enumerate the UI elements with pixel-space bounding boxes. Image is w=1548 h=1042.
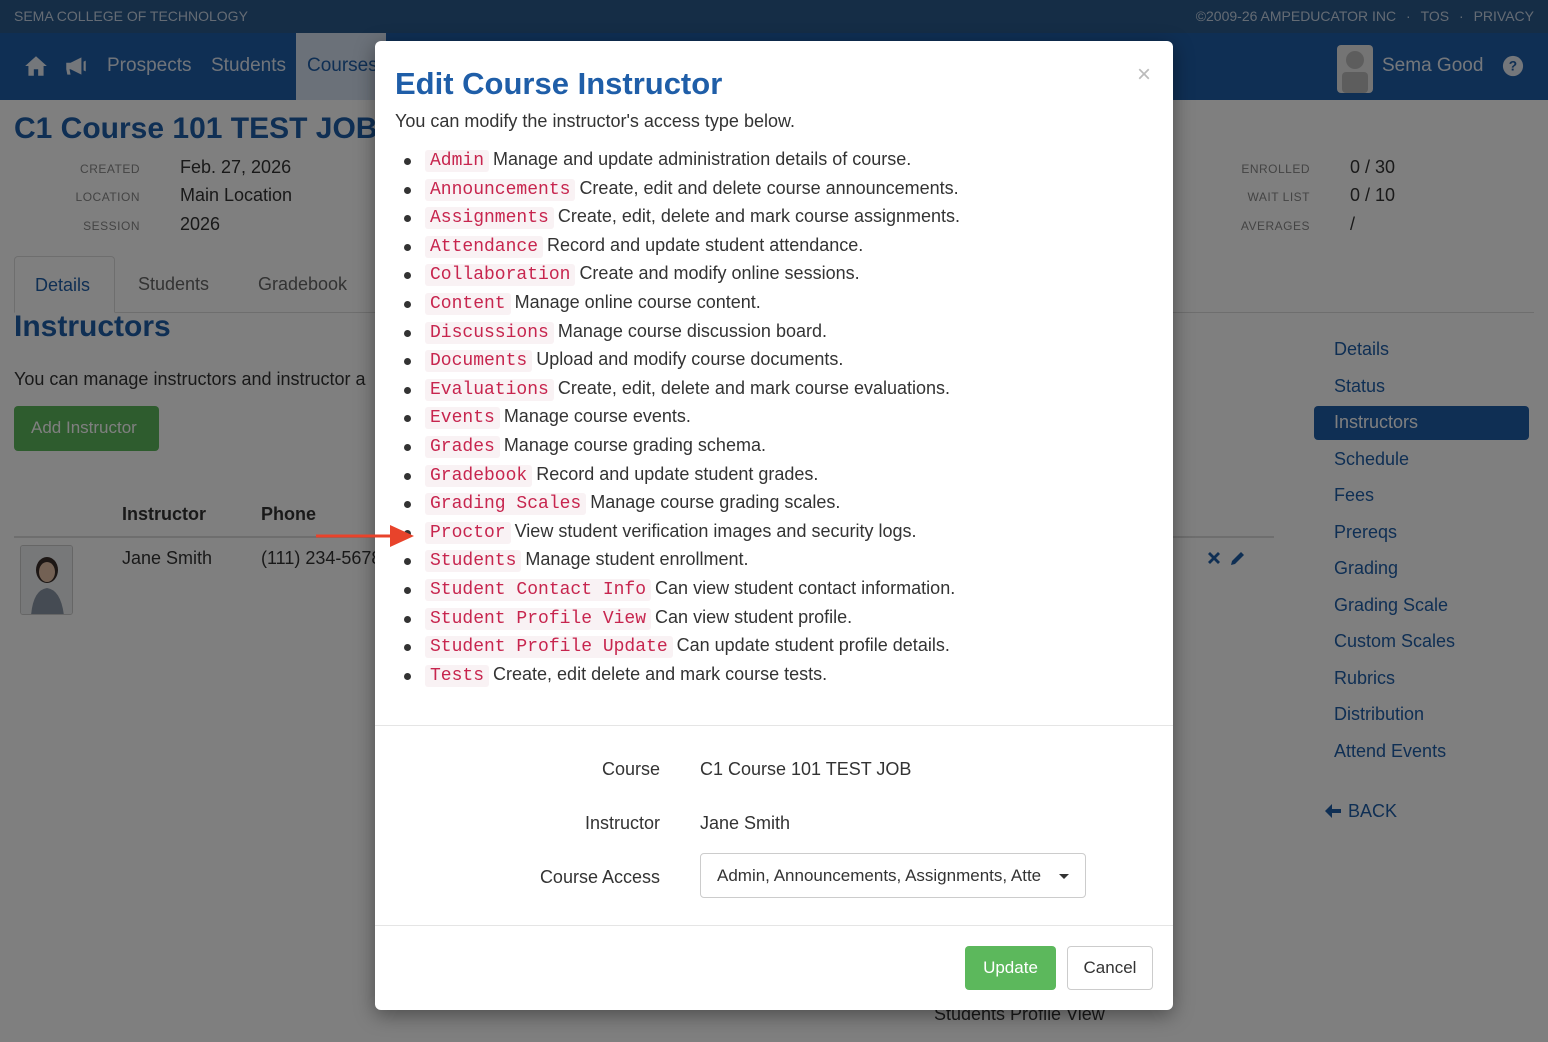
- permission-desc: Manage course events.: [503, 406, 691, 427]
- permission-desc: Create, edit, delete and mark course eva…: [557, 377, 951, 398]
- list-item: Documents Upload and modify course docume…: [404, 349, 960, 378]
- list-item: Grading Scales Manage course grading scal…: [404, 492, 960, 521]
- permission-desc: Record and update student grades.: [536, 463, 819, 484]
- course-value: C1 Course 101 TEST JOB: [700, 759, 912, 779]
- list-item: Discussions Manage course discussion boar…: [404, 320, 960, 350]
- permission-code: Attendance: [425, 235, 544, 258]
- instructor-label: Instructor: [584, 813, 660, 833]
- list-item: Gradebook Record and update student grade…: [404, 463, 960, 493]
- permission-desc: Manage course grading scales.: [590, 492, 841, 513]
- permission-desc: Create, edit delete and mark course test…: [493, 663, 828, 684]
- permission-code: Documents: [425, 350, 533, 373]
- permission-desc: Create, edit, delete and mark course ass…: [557, 206, 961, 227]
- list-item: Assignments Create, edit, delete and mark…: [404, 206, 961, 235]
- permission-desc: Manage course discussion board.: [557, 320, 827, 341]
- permission-desc: Create and modify online sessions.: [579, 263, 860, 284]
- permission-code: Announcements: [425, 178, 576, 201]
- update-button[interactable]: Update: [965, 946, 1056, 990]
- caret-down-icon: [1059, 874, 1069, 879]
- permission-desc: Create, edit and delete course announcem…: [579, 177, 959, 198]
- list-item: Collaboration Create and modify online se…: [404, 263, 960, 292]
- course-access-label: Course Access: [539, 867, 660, 887]
- permission-code: Student Profile Update: [425, 636, 673, 659]
- list-item: Admin Manage and update administration de…: [404, 149, 960, 178]
- permission-code: Content: [425, 292, 511, 315]
- list-item: Grades Manage course grading schema.: [404, 434, 960, 464]
- permission-code: Student Contact Info: [425, 578, 652, 601]
- permission-code: Grades: [425, 435, 500, 458]
- edit-instructor-modal: Edit Course Instructor × You can modify …: [375, 41, 1173, 1010]
- permission-desc: Manage online course content.: [514, 291, 761, 312]
- course-access-select[interactable]: Admin, Announcements, Assignments, Atte: [700, 853, 1086, 898]
- permission-desc: Can view student contact information.: [655, 577, 956, 598]
- modal-title: Edit Course Instructor: [395, 66, 723, 101]
- list-item: Student Contact Info Can view student con…: [404, 577, 960, 607]
- list-item: Students Manage student enrollment.: [404, 549, 960, 578]
- permission-list: Admin Manage and update administration de…: [404, 149, 961, 693]
- course-label: Course: [601, 759, 660, 779]
- permission-code: Evaluations: [425, 378, 554, 401]
- permission-code: Students: [425, 550, 522, 573]
- permission-desc: Record and update student attendance.: [547, 234, 864, 255]
- list-item: Proctor View student verification images …: [404, 520, 960, 550]
- list-item: Content Manage online course content.: [404, 291, 960, 321]
- list-item: Tests Create, edit delete and mark course…: [404, 663, 960, 693]
- annotation-arrow-icon: [316, 525, 414, 547]
- permission-desc: Manage and update administration details…: [493, 149, 912, 169]
- list-item: Student Profile Update Can update student…: [404, 635, 960, 664]
- list-item: Student Profile View Can view student pro…: [404, 606, 960, 636]
- modal-footer-divider: [375, 925, 1173, 926]
- permission-code: Gradebook: [425, 464, 533, 487]
- modal-intro: You can modify the instructor's access t…: [395, 111, 795, 131]
- permission-code: Discussions: [425, 321, 554, 344]
- list-item: Announcements Create, edit and delete cou…: [404, 177, 960, 207]
- permission-desc: Manage course grading schema.: [503, 434, 766, 455]
- permission-desc: Can view student profile.: [655, 606, 853, 627]
- permission-code: Proctor: [425, 521, 511, 544]
- permission-code: Student Profile View: [425, 607, 652, 630]
- permission-desc: Manage student enrollment.: [525, 549, 749, 570]
- close-icon[interactable]: ×: [1137, 61, 1151, 89]
- permission-code: Grading Scales: [425, 493, 587, 516]
- course-access-value: Admin, Announcements, Assignments, Atte: [717, 866, 1042, 885]
- permission-desc: Can update student profile details.: [676, 635, 950, 656]
- permission-code: Tests: [425, 664, 490, 687]
- list-item: Evaluations Create, edit, delete and mark…: [404, 377, 960, 407]
- permission-desc: Upload and modify course documents.: [536, 349, 844, 370]
- cancel-button[interactable]: Cancel: [1067, 946, 1153, 990]
- permission-code: Events: [425, 407, 500, 430]
- instructor-value: Jane Smith: [700, 813, 791, 833]
- list-item: Events Manage course events.: [404, 406, 960, 435]
- list-item: Attendance Record and update student atte…: [404, 234, 960, 264]
- permission-code: Admin: [425, 150, 490, 172]
- permission-desc: View student verification images and sec…: [514, 520, 917, 541]
- permission-code: Collaboration: [425, 264, 576, 287]
- permission-code: Assignments: [425, 207, 554, 230]
- modal-divider: [375, 725, 1173, 726]
